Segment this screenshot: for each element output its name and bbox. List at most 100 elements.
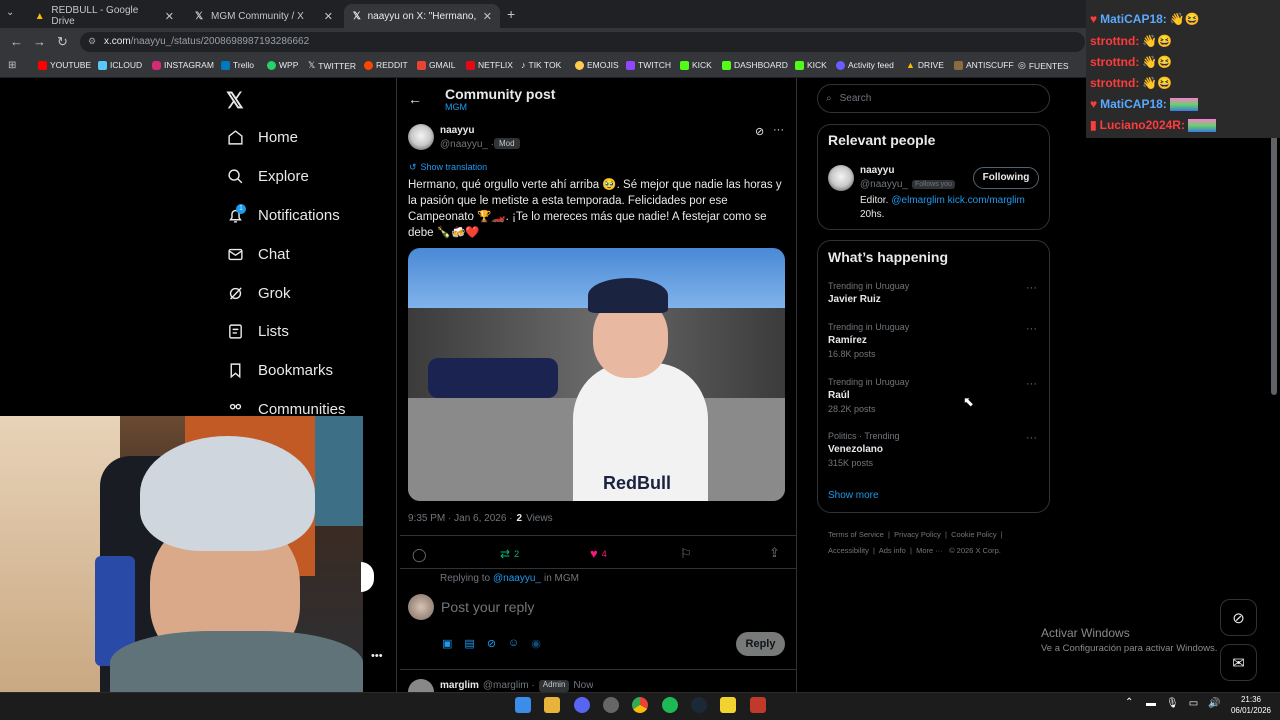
trend-item[interactable]: Trending in Uruguay Ramírez 16.8K posts (828, 322, 909, 359)
clock[interactable]: 21:36 06/01/2026 (1226, 694, 1276, 716)
sidebar-item-explore[interactable]: Explore (227, 168, 309, 185)
location-icon[interactable]: ◉ (531, 637, 541, 650)
steam-icon[interactable] (691, 697, 707, 713)
trend-item[interactable]: Trending in Uruguay Raúl 28.2K posts (828, 377, 909, 414)
mic-icon[interactable]: 🎙 (1166, 698, 1179, 709)
messages-floating-button[interactable]: ✉ (1220, 644, 1257, 681)
file-explorer-icon[interactable] (544, 697, 560, 713)
footer-link[interactable]: More ··· (916, 546, 943, 555)
tab-mgm-community[interactable]: 𝕏 MGM Community / X ✕ (185, 4, 341, 28)
bio-links[interactable]: @elmarglim kick.com/marglim (891, 195, 1025, 206)
bookmark-kick[interactable]: KICK (680, 60, 712, 70)
more-icon[interactable]: ··· (1026, 378, 1037, 390)
chevron-up-icon[interactable]: ⌃ (1125, 697, 1133, 708)
tab-google-drive[interactable]: ▲ REDBULL - Google Drive ✕ (26, 4, 182, 28)
post-image[interactable]: RedBull (408, 248, 785, 501)
start-icon[interactable] (515, 697, 531, 713)
more-icon[interactable]: ··· (773, 124, 784, 136)
x-logo-icon[interactable]: 𝕏 (226, 88, 244, 114)
apps-grid-icon[interactable]: ⊞ (8, 60, 16, 71)
reply-author-name[interactable]: marglim (440, 680, 479, 692)
bookmark-drive[interactable]: ▲ DRIVE (906, 60, 944, 70)
bookmark-netflix[interactable]: NETFLIX (466, 60, 513, 70)
chrome-icon[interactable] (632, 697, 648, 713)
show-translation-link[interactable]: ↺ Show translation (409, 162, 487, 173)
more-icon[interactable]: ··· (1026, 282, 1037, 294)
new-tab-button[interactable]: + (507, 6, 515, 22)
reply-icon[interactable]: ◯ (412, 547, 427, 563)
bookmark-reddit[interactable]: REDDIT (364, 60, 408, 70)
share-icon[interactable]: ⇪ (769, 545, 780, 561)
back-icon[interactable]: ← (10, 34, 23, 49)
bookmark-instagram[interactable]: INSTAGRAM (152, 60, 214, 70)
grok-floating-button[interactable]: ⊘ (1220, 599, 1257, 636)
community-name[interactable]: MGM (445, 102, 467, 112)
bookmark-gmail[interactable]: GMAIL (417, 60, 455, 70)
bookmark-fuentes[interactable]: ◎ FUENTES (1018, 60, 1069, 71)
tab-naayyu-post[interactable]: 𝕏 naayyu on X: "Hermano, qué o ✕ (344, 4, 500, 28)
forward-icon[interactable]: → (33, 34, 46, 49)
footer-link[interactable]: Ads info (879, 546, 906, 555)
reply-button[interactable]: Reply (736, 632, 785, 656)
show-more-link[interactable]: Show more (828, 490, 879, 501)
bookmark-kick-2[interactable]: KICK (795, 60, 827, 70)
sidebar-item-grok[interactable]: Grok (227, 285, 291, 302)
replying-handle[interactable]: @naayyu_ (493, 573, 541, 584)
bookmark-youtube[interactable]: YOUTUBE (38, 60, 91, 70)
close-icon[interactable]: ✕ (483, 10, 492, 23)
sidebar-item-home[interactable]: Home (227, 129, 298, 146)
person-handle[interactable]: @naayyu_ (860, 179, 908, 190)
footer-link[interactable]: Privacy Policy (894, 530, 941, 539)
avatar[interactable] (408, 124, 434, 150)
bookmark-activity-feed[interactable]: Activity feed (836, 60, 894, 70)
flag-icon[interactable]: ▬ (1146, 698, 1156, 709)
tab-search-icon[interactable]: ⌄ (6, 7, 14, 18)
sidebar-item-bookmarks[interactable]: Bookmarks (227, 362, 333, 379)
more-icon[interactable]: ··· (1026, 323, 1037, 335)
user-avatar[interactable] (408, 594, 434, 620)
bookmark-trello[interactable]: Trello (221, 60, 254, 70)
app-icon[interactable] (750, 697, 766, 713)
bookmark-emojis[interactable]: EMOJIS (575, 60, 619, 70)
bookmark-twitch[interactable]: TWITCH (626, 60, 671, 70)
trend-item[interactable]: Trending in Uruguay Javier Ruiz (828, 281, 909, 305)
more-icon[interactable]: ··· (1026, 432, 1037, 444)
site-info-icon[interactable]: ⚙ (88, 36, 96, 47)
network-icon[interactable]: ▭ (1189, 698, 1198, 709)
retweet-button[interactable]: ⇄ 2 (500, 547, 519, 561)
bookmark-icloud[interactable]: ICLOUD (98, 60, 142, 70)
close-icon[interactable]: ✕ (165, 10, 174, 23)
sticky-notes-icon[interactable] (720, 697, 736, 713)
like-button[interactable]: ♥ 4 (590, 546, 607, 561)
following-button[interactable]: Following (973, 167, 1039, 189)
post-author-handle[interactable]: @naayyu_ · (440, 139, 494, 150)
image-icon[interactable]: ▣ (442, 637, 452, 650)
bookmark-wpp[interactable]: WPP (267, 60, 298, 70)
spotify-icon[interactable] (662, 697, 678, 713)
gif-icon[interactable]: ▤ (464, 637, 474, 650)
search-input[interactable]: ⌕ Search (817, 84, 1050, 113)
obs-icon[interactable] (603, 697, 619, 713)
grok-icon[interactable]: ⊘ (487, 637, 496, 650)
footer-link[interactable]: Cookie Policy (951, 530, 996, 539)
reload-icon[interactable]: ↻ (57, 34, 68, 50)
more-options-icon[interactable]: ••• (371, 650, 383, 662)
volume-icon[interactable]: 🔊 (1208, 698, 1220, 709)
emoji-icon[interactable]: ☺ (508, 637, 519, 650)
address-bar[interactable]: ⚙ x.com/naayyu_/status/20086989871932866… (80, 32, 1085, 52)
bookmark-antiscuff[interactable]: ANTISCUFF (954, 60, 1014, 70)
grok-icon[interactable]: ⊘ (755, 125, 764, 138)
reply-author-handle[interactable]: @marglim · (483, 680, 535, 692)
close-icon[interactable]: ✕ (324, 10, 333, 23)
reply-input[interactable]: Post your reply (441, 599, 771, 615)
bookmark-icon[interactable]: ⚐ (680, 546, 692, 562)
sidebar-item-lists[interactable]: Lists (227, 323, 289, 340)
bookmark-dashboard[interactable]: DASHBOARD (722, 60, 788, 70)
footer-link[interactable]: Terms of Service (828, 530, 884, 539)
discord-icon[interactable] (574, 697, 590, 713)
person-name[interactable]: naayyu (860, 165, 894, 176)
bookmark-twitter[interactable]: 𝕏 TWITTER (308, 60, 356, 71)
trend-item[interactable]: Politics · Trending Venezolano 315K post… (828, 431, 900, 468)
sidebar-item-chat[interactable]: Chat (227, 246, 290, 263)
avatar[interactable] (828, 165, 854, 191)
